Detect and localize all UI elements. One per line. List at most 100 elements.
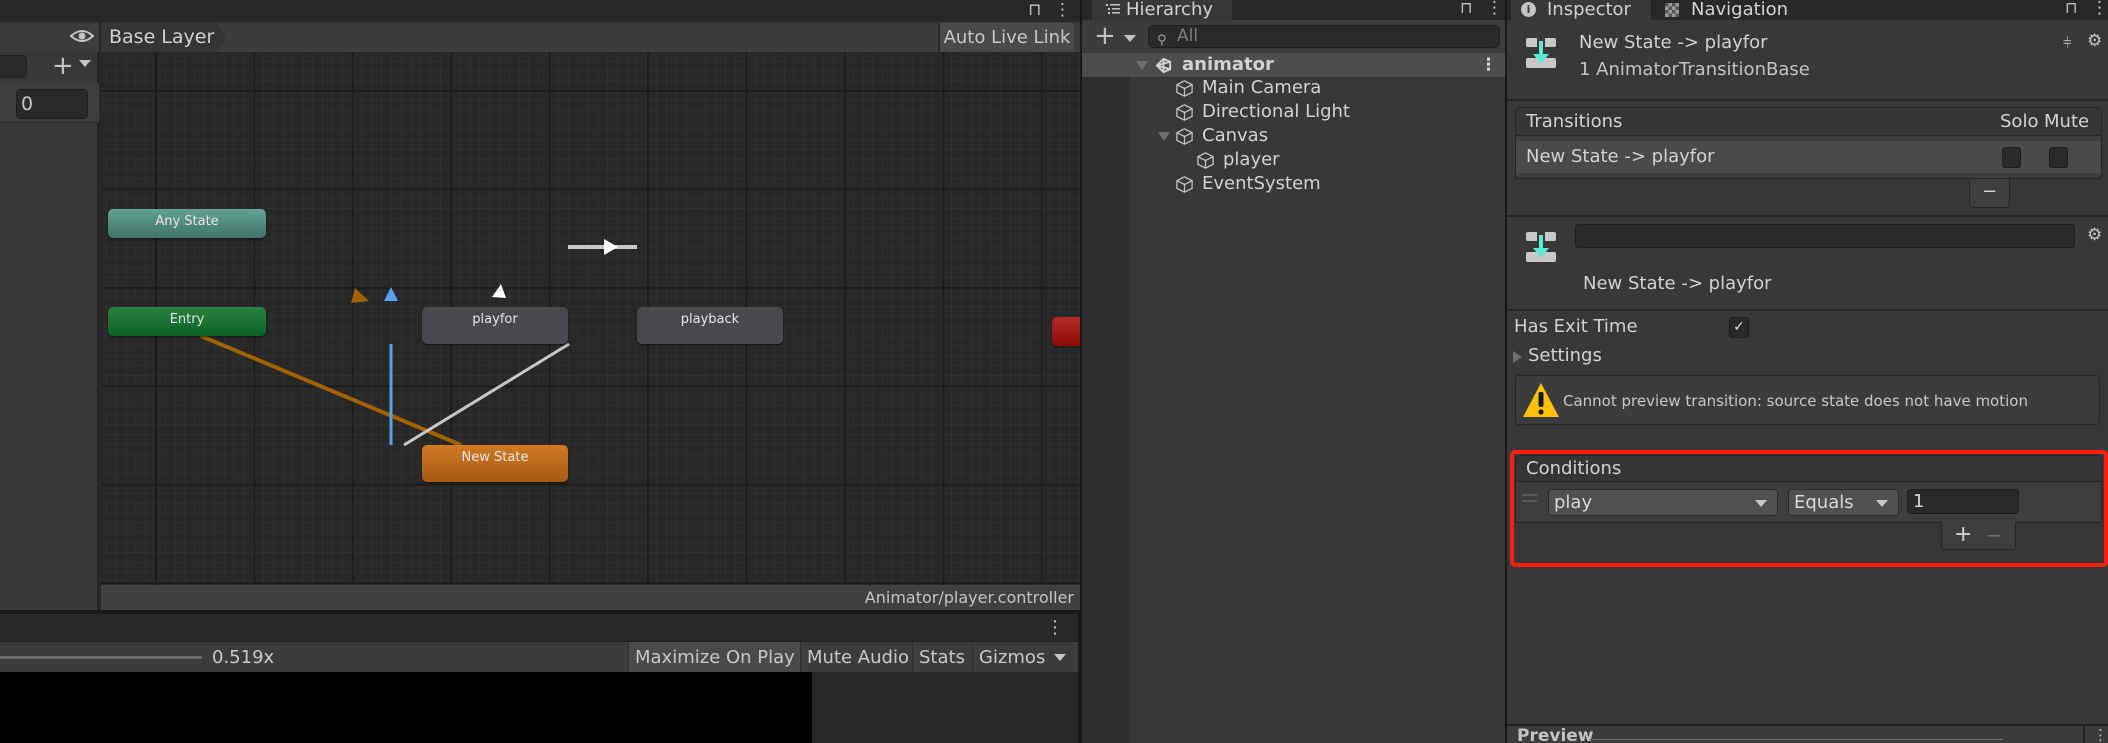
transition-arrow-icon — [492, 284, 506, 298]
preview-label: Preview — [1517, 726, 1594, 743]
solo-column-label: Solo — [2000, 111, 2039, 132]
maximize-on-play-button[interactable]: Maximize On Play — [628, 642, 801, 673]
remove-transition-button[interactable]: − — [1969, 179, 2010, 208]
game-viewport[interactable] — [0, 672, 812, 743]
state-machine-graph[interactable]: Any State Entry playfor playback New Sta… — [101, 52, 1080, 585]
mute-checkbox[interactable] — [2049, 147, 2068, 168]
lock-icon[interactable]: ⊓ — [2065, 0, 2077, 17]
node-playfor[interactable]: playfor — [422, 307, 568, 344]
hierarchy-item[interactable]: Canvas — [1082, 124, 1505, 148]
more-options-icon[interactable]: ⋮ — [1480, 53, 1497, 77]
node-any-state[interactable]: Any State — [108, 209, 266, 238]
transition-arrow-icon — [351, 288, 369, 303]
more-options-icon[interactable]: ⋮ — [1054, 0, 1071, 20]
scene-row[interactable]: animator ⋮ — [1082, 53, 1505, 77]
scale-slider[interactable] — [0, 656, 202, 659]
solo-checkbox[interactable] — [2002, 147, 2021, 168]
settings-foldout[interactable]: Settings — [1528, 345, 1602, 366]
mute-column-label: Mute — [2044, 111, 2090, 132]
parameter-search-input[interactable] — [0, 55, 27, 78]
divider — [1507, 99, 2108, 101]
inspector-panel: i Inspector Navigation ⊓ ⋮ New State -> … — [1505, 0, 2108, 743]
tab-inspector[interactable]: i Inspector — [1511, 0, 1651, 21]
transition-icon — [1526, 38, 1556, 68]
add-parameter-button[interactable]: + — [52, 52, 74, 80]
unity-scene-icon — [1155, 57, 1172, 74]
chevron-down-icon[interactable] — [1124, 35, 1136, 42]
more-options-icon[interactable]: ⋮ — [1046, 614, 1064, 641]
expand-arrow-icon[interactable] — [1513, 351, 1522, 363]
auto-live-link-button[interactable]: Auto Live Link — [938, 23, 1074, 52]
stats-button[interactable]: Stats — [912, 642, 971, 673]
tab-label: Inspector — [1547, 0, 1631, 20]
lock-icon[interactable]: ⊓ — [1028, 0, 1041, 20]
node-playback[interactable]: playback — [637, 307, 783, 344]
hierarchy-item[interactable]: Main Camera — [1082, 76, 1505, 100]
transitions-list: Transitions Solo Mute New State -> playf… — [1515, 107, 2102, 179]
more-options-icon[interactable]: ⋮ — [2091, 0, 2108, 18]
presets-icon[interactable]: ⫩ — [2063, 34, 2072, 52]
conditions-highlight-frame — [1510, 450, 2108, 567]
gear-icon[interactable]: ⚙ — [2087, 225, 2102, 245]
transition-row-label: New State -> playfor — [1526, 146, 1715, 167]
mute-audio-button[interactable]: Mute Audio — [800, 642, 915, 673]
node-entry[interactable]: Entry — [108, 307, 266, 336]
hierarchy-item-label: Directional Light — [1202, 101, 1350, 122]
node-new-state[interactable]: New State — [422, 445, 568, 482]
gameobject-cube-icon — [1176, 104, 1193, 121]
hierarchy-item[interactable]: EventSystem — [1082, 172, 1505, 196]
gameobject-cube-icon — [1197, 152, 1214, 169]
search-icon: ⚲ — [1157, 33, 1167, 48]
warning-icon — [1523, 383, 1559, 417]
transition-playback-to-new-state — [403, 342, 570, 447]
divider — [1507, 309, 2108, 311]
hierarchy-search-input[interactable]: ⚲ All — [1148, 25, 1500, 48]
layer-toolbar — [101, 22, 1080, 52]
inspector-tab-bar: i Inspector Navigation ⊓ ⋮ — [1507, 0, 2108, 21]
hierarchy-tab-bar: Hierarchy ⊓ ⋮ — [1082, 0, 1505, 20]
hierarchy-toolbar: + ⚲ All — [1082, 20, 1505, 53]
scene-label: animator — [1182, 54, 1274, 75]
more-options-icon[interactable]: ⋮ — [1486, 0, 1503, 18]
transitions-header: Transitions Solo Mute — [1516, 108, 2101, 136]
graph-footer: Animator/player.controller — [101, 585, 1080, 610]
gameobject-cube-icon — [1176, 176, 1193, 193]
preview-header[interactable]: Preview ⋮ — [1507, 724, 2108, 743]
transition-entry-to-new-state — [200, 334, 462, 447]
has-exit-time-label: Has Exit Time — [1514, 316, 1638, 337]
transition-title: New State -> playfor — [1583, 273, 1772, 294]
hierarchy-item[interactable]: Directional Light — [1082, 100, 1505, 124]
gameobject-cube-icon — [1176, 80, 1193, 97]
hierarchy-item[interactable]: player — [1082, 148, 1505, 172]
node-exit[interactable] — [1052, 317, 1080, 346]
parameter-value-field[interactable]: 0 — [16, 89, 88, 119]
hierarchy-item-label: EventSystem — [1202, 173, 1321, 194]
controller-path: Animator/player.controller — [864, 588, 1074, 607]
gizmos-dropdown-icon[interactable] — [1054, 654, 1066, 661]
animator-tab-bar: ⊓ ⋮ — [0, 0, 1080, 22]
gear-icon[interactable]: ⚙ — [2087, 31, 2102, 51]
info-icon: i — [1521, 2, 1536, 17]
chevron-down-icon[interactable] — [79, 60, 91, 67]
lock-icon[interactable]: ⊓ — [1460, 0, 1472, 17]
tab-label: Hierarchy — [1126, 0, 1214, 20]
create-button[interactable]: + — [1094, 20, 1116, 53]
transition-name-input[interactable] — [1575, 224, 2075, 248]
tab-hierarchy[interactable]: Hierarchy — [1092, 0, 1232, 20]
breadcrumb-base-layer[interactable]: Base Layer — [101, 22, 226, 52]
expand-arrow-icon[interactable] — [1158, 132, 1170, 141]
expand-arrow-icon[interactable] — [1136, 61, 1148, 70]
has-exit-time-checkbox[interactable]: ✓ — [1729, 317, 1749, 338]
tab-navigation[interactable]: Navigation — [1665, 0, 1788, 19]
divider — [1589, 739, 2003, 740]
game-tab-bar: ⋮ — [0, 612, 1078, 641]
warning-box: Cannot preview transition: source state … — [1515, 375, 2100, 425]
gizmos-button[interactable]: Gizmos — [972, 642, 1051, 673]
game-view-background — [812, 672, 1078, 743]
divider — [1507, 215, 2108, 217]
inspector-subtitle: 1 AnimatorTransitionBase — [1579, 59, 1810, 80]
scale-value: 0.519x — [212, 647, 275, 668]
game-toolbar: 0.519x Maximize On Play Mute Audio Stats… — [0, 641, 1078, 673]
eye-icon[interactable] — [70, 28, 94, 44]
more-options-icon[interactable]: ⋮ — [2083, 726, 2108, 743]
